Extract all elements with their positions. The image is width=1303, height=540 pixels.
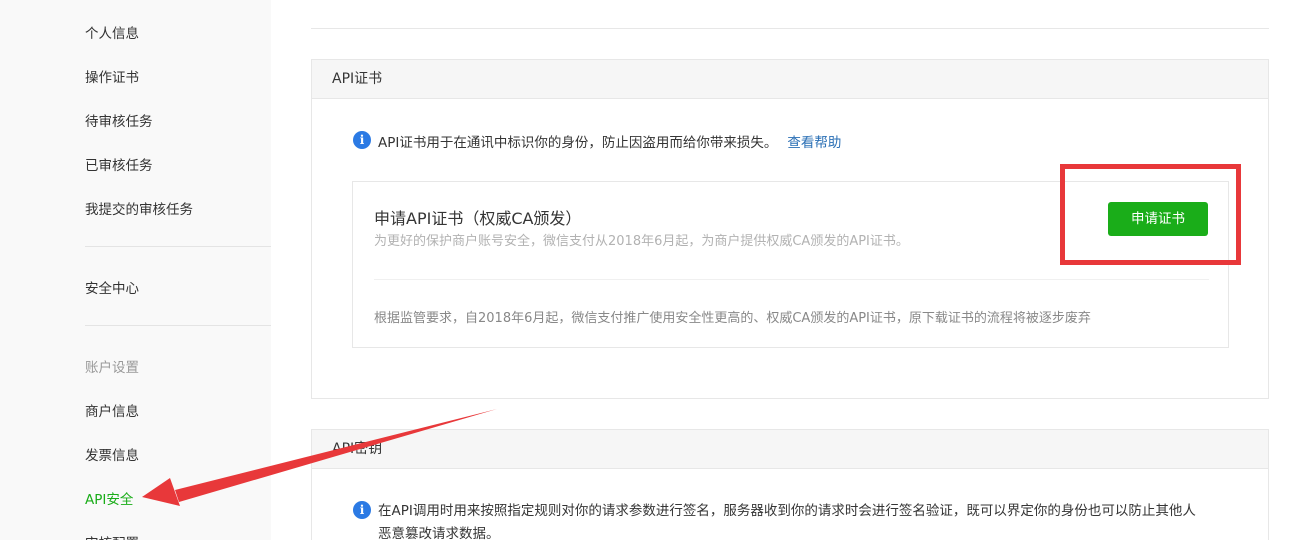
sidebar-item-pending-review[interactable]: 待审核任务	[85, 110, 153, 130]
page-header-divider	[311, 28, 1269, 29]
sidebar-item-reviewed[interactable]: 已审核任务	[85, 154, 153, 174]
apply-cert-title: 申请API证书（权威CA颁发）	[374, 209, 582, 228]
sidebar-item-review-config[interactable]: 审核配置	[85, 532, 139, 540]
key-notice: 在API调用时用来按照指定规则对你的请求参数进行签名，服务器收到你的请求时会进行…	[378, 500, 1196, 540]
sidebar-item-security-center[interactable]: 安全中心	[85, 277, 139, 297]
info-icon: i	[353, 131, 371, 149]
key-notice-line1: 在API调用时用来按照指定规则对你的请求参数进行签名，服务器收到你的请求时会进行…	[378, 503, 1196, 519]
panel-title: API证书	[312, 60, 1268, 99]
page-root: 个人信息 操作证书 待审核任务 已审核任务 我提交的审核任务 安全中心 账户设置…	[0, 0, 1303, 540]
sidebar-item-invoice-info[interactable]: 发票信息	[85, 444, 139, 464]
cert-regulation-note: 根据监管要求，自2018年6月起，微信支付推广使用安全性更高的、权威CA颁发的A…	[374, 311, 1091, 326]
sidebar-group-account-settings: 账户设置	[85, 360, 139, 376]
apply-cert-description: 为更好的保护商户账号安全，微信支付从2018年6月起，为商户提供权威CA颁发的A…	[374, 234, 909, 249]
sidebar-item-operation-cert[interactable]: 操作证书	[85, 66, 139, 86]
info-icon: i	[353, 501, 371, 519]
sidebar-item-merchant-info[interactable]: 商户信息	[85, 400, 139, 420]
annotation-highlight-box	[1060, 164, 1241, 265]
api-key-panel: API密钥 i 在API调用时用来按照指定规则对你的请求参数进行签名，服务器收到…	[311, 429, 1269, 540]
sidebar-item-profile[interactable]: 个人信息	[85, 22, 139, 42]
sidebar: 个人信息 操作证书 待审核任务 已审核任务 我提交的审核任务 安全中心 账户设置…	[0, 0, 271, 540]
sidebar-divider	[85, 325, 271, 326]
cert-box-divider	[374, 279, 1209, 280]
sidebar-divider	[85, 246, 271, 247]
sidebar-item-api-security[interactable]: API安全	[85, 488, 133, 508]
cert-notice: API证书用于在通讯中标识你的身份，防止因盗用而给你带来损失。 查看帮助	[378, 131, 841, 151]
help-link[interactable]: 查看帮助	[787, 135, 841, 151]
panel-title: API密钥	[312, 430, 1268, 469]
sidebar-item-my-submitted-reviews[interactable]: 我提交的审核任务	[85, 198, 193, 218]
cert-notice-text: API证书用于在通讯中标识你的身份，防止因盗用而给你带来损失。	[378, 135, 778, 151]
key-notice-line2: 恶意篡改请求数据。	[378, 526, 500, 540]
